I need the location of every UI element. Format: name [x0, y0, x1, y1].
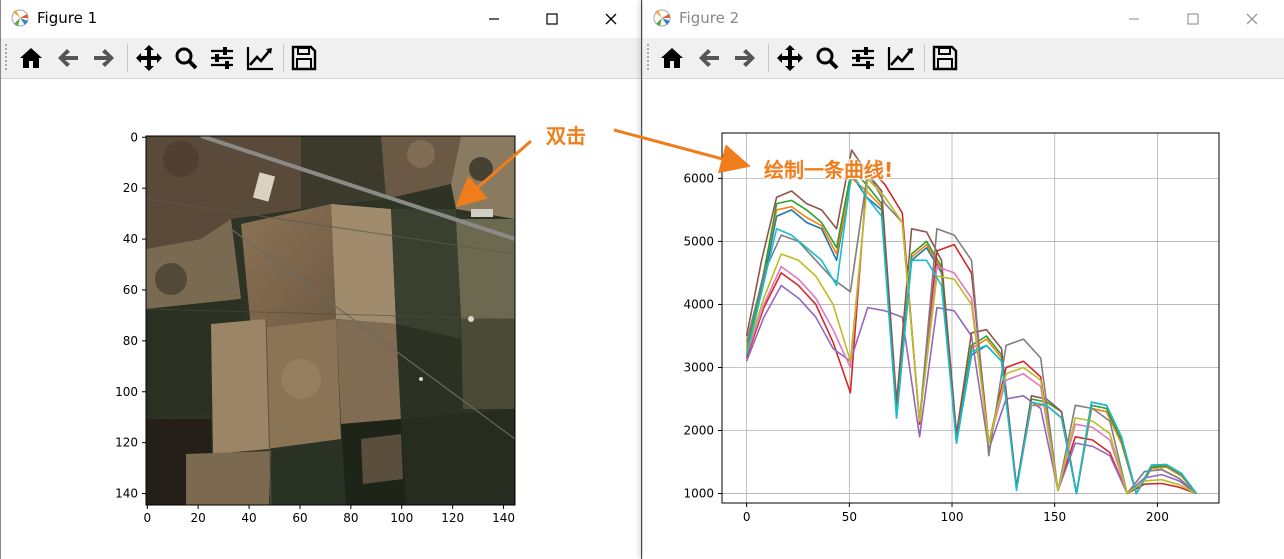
spectrum-line-6	[745, 149, 1198, 495]
close-icon	[605, 13, 617, 25]
double-click-annotation: 双击	[546, 124, 586, 148]
line-axes-frame	[721, 132, 1220, 504]
close-button[interactable]	[588, 4, 634, 34]
home-button[interactable]	[656, 42, 688, 74]
home-icon	[20, 48, 42, 68]
edit-axes-icon	[246, 47, 273, 71]
y-tick-label: 1000	[683, 487, 714, 501]
x-tick-label: 120	[441, 511, 464, 525]
minimize-icon	[489, 18, 499, 20]
toolbar-grip	[647, 44, 649, 72]
x-tick-label: 60	[292, 511, 307, 525]
toolbar-grip	[5, 44, 7, 72]
navigation-toolbar	[1, 38, 641, 79]
pan-move-icon	[777, 45, 803, 71]
y-tick-label: 6000	[683, 171, 714, 185]
zoom-magnifier-icon	[175, 47, 198, 70]
maximize-button[interactable]	[1170, 4, 1216, 34]
x-tick-label: 0	[743, 510, 751, 524]
forward-arrow-icon	[735, 49, 755, 67]
grid-lines	[722, 133, 1219, 503]
home-button[interactable]	[15, 42, 47, 74]
zoom-button[interactable]	[170, 42, 202, 74]
matplotlib-app-icon	[653, 9, 671, 27]
configure-subplots-icon	[852, 47, 874, 69]
maximize-button[interactable]	[529, 4, 575, 34]
y-tick-label: 2000	[683, 424, 714, 438]
configure-subplots-icon	[211, 47, 233, 69]
x-tick-label: 80	[343, 511, 358, 525]
y-tick-label: 60	[123, 283, 138, 297]
figure-2-titlebar[interactable]: Figure 2	[643, 0, 1284, 38]
maximize-icon	[546, 13, 558, 25]
satellite-image	[146, 136, 515, 505]
back-arrow-icon	[699, 49, 719, 67]
toolbar-separator	[768, 44, 769, 72]
save-button[interactable]	[929, 42, 961, 74]
edit-axes-icon	[887, 47, 914, 71]
back-arrow-icon	[58, 49, 78, 67]
pan-button[interactable]	[133, 42, 165, 74]
pan-move-icon	[136, 45, 162, 71]
y-tick-label: 5000	[683, 234, 714, 248]
back-button[interactable]	[52, 42, 84, 74]
minimize-button[interactable]	[1111, 4, 1157, 34]
y-tick-label: 40	[123, 232, 138, 246]
close-icon	[1246, 13, 1258, 25]
save-icon	[291, 45, 317, 71]
save-icon	[932, 45, 958, 71]
y-tick-label: 120	[115, 436, 138, 450]
forward-button[interactable]	[729, 42, 761, 74]
configure-subplots-button[interactable]	[206, 42, 238, 74]
x-tick-label: 40	[241, 511, 256, 525]
maximize-icon	[1187, 13, 1199, 25]
x-tick-label: 100	[390, 511, 413, 525]
x-tick-label: 20	[191, 511, 206, 525]
close-button[interactable]	[1229, 4, 1275, 34]
x-tick-label: 50	[842, 510, 857, 524]
zoom-button[interactable]	[811, 42, 843, 74]
x-tick-label: 140	[492, 511, 515, 525]
pan-button[interactable]	[774, 42, 806, 74]
figure-2-canvas[interactable]: 0 50 100 150 200 1000 2000 3000 4000 5000 6000	[643, 79, 1284, 559]
figure-2-window: Figure 2 0 50 100 150 200 1000 2000 3000…	[643, 0, 1284, 559]
figure-1-window: Figure 1 0 20 40 60 80 100 120 140 0 20 …	[0, 0, 642, 559]
save-button[interactable]	[288, 42, 320, 74]
forward-arrow-icon	[94, 49, 114, 67]
x-tick-label: 100	[941, 510, 964, 524]
window-title: Figure 1	[37, 9, 98, 27]
minimize-icon	[1129, 18, 1139, 20]
y-tick-label: 0	[130, 130, 138, 144]
forward-button[interactable]	[88, 42, 120, 74]
minimize-button[interactable]	[471, 4, 517, 34]
figure-1-canvas[interactable]: 0 20 40 60 80 100 120 140 0 20 40 60 80 100 120 140	[1, 79, 641, 559]
spectrum-line-4	[745, 165, 1197, 495]
matplotlib-app-icon	[11, 9, 29, 27]
y-tick-label: 100	[115, 385, 138, 399]
draw-curve-annotation: 绘制一条曲线!	[764, 158, 894, 182]
spectrum-line-3	[745, 168, 1198, 495]
navigation-toolbar	[643, 38, 1284, 79]
y-tick-label: 4000	[683, 297, 714, 311]
spectral-curves	[745, 149, 1198, 495]
window-title: Figure 2	[679, 9, 740, 27]
y-tick-label: 140	[115, 487, 138, 501]
x-tick-label: 150	[1043, 510, 1066, 524]
edit-axes-button[interactable]	[885, 42, 917, 74]
x-tick-label: 0	[143, 511, 151, 525]
y-tick-label: 80	[123, 334, 138, 348]
toolbar-separator	[283, 44, 284, 72]
home-icon	[661, 48, 683, 68]
back-button[interactable]	[693, 42, 725, 74]
edit-axes-button[interactable]	[244, 42, 276, 74]
zoom-magnifier-icon	[816, 47, 839, 70]
y-tick-label: 20	[123, 181, 138, 195]
x-tick-label: 200	[1146, 510, 1169, 524]
y-tick-label: 3000	[683, 360, 714, 374]
toolbar-separator	[127, 44, 128, 72]
configure-subplots-button[interactable]	[847, 42, 879, 74]
figure-1-titlebar[interactable]: Figure 1	[1, 0, 641, 38]
toolbar-separator	[924, 44, 925, 72]
